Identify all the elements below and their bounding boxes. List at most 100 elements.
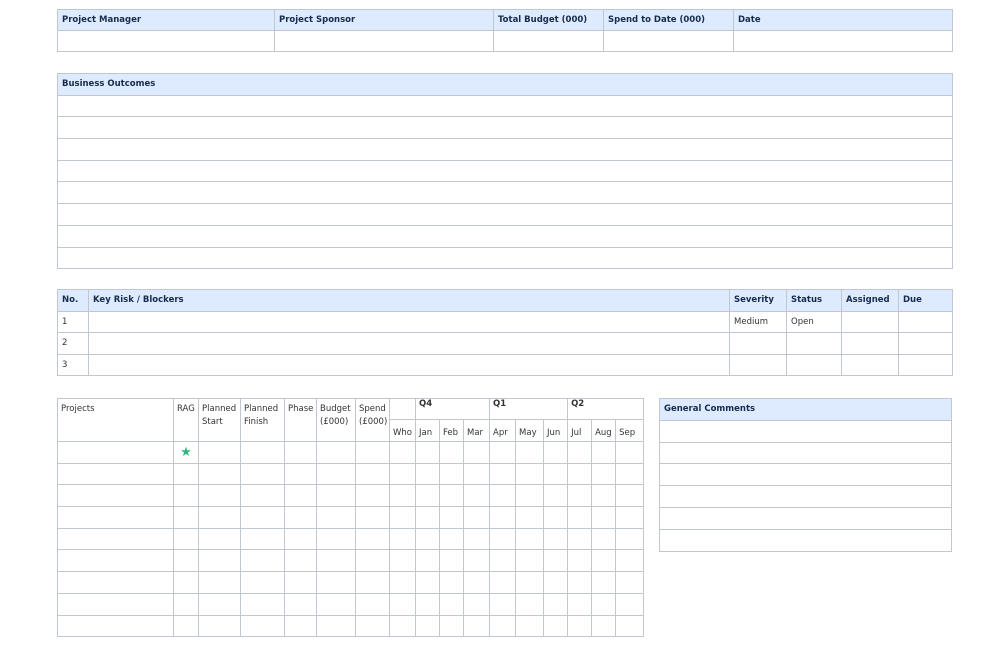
rag-cell[interactable]: [173, 506, 199, 529]
project-sponsor-cell[interactable]: [274, 30, 494, 52]
project-cell[interactable]: [615, 462, 645, 486]
project-cell[interactable]: [240, 506, 285, 529]
risk-description-cell[interactable]: [88, 310, 730, 333]
project-cell[interactable]: [389, 484, 416, 508]
project-cell[interactable]: [591, 571, 617, 594]
project-cell[interactable]: [543, 484, 569, 508]
project-cell[interactable]: [489, 549, 517, 573]
risk-assigned-cell[interactable]: [841, 310, 899, 333]
project-cell[interactable]: [198, 506, 241, 529]
project-cell[interactable]: [389, 462, 416, 486]
project-cell[interactable]: [415, 484, 440, 508]
project-name-cell[interactable]: [57, 506, 174, 529]
project-cell[interactable]: [284, 506, 317, 529]
project-cell[interactable]: [462, 571, 491, 594]
outcome-cell[interactable]: [57, 181, 953, 205]
project-cell[interactable]: [415, 462, 440, 486]
project-cell[interactable]: [591, 592, 617, 616]
project-cell[interactable]: [515, 462, 545, 486]
project-name-cell[interactable]: [57, 462, 174, 486]
project-cell[interactable]: [615, 571, 645, 594]
risk-assigned-cell[interactable]: [841, 353, 899, 376]
project-cell[interactable]: [515, 571, 545, 594]
project-cell[interactable]: [389, 592, 416, 616]
risk-status-cell[interactable]: [786, 353, 842, 376]
project-cell[interactable]: [389, 614, 416, 638]
project-cell[interactable]: [462, 549, 491, 573]
project-cell[interactable]: [198, 484, 241, 508]
project-cell[interactable]: [389, 549, 416, 573]
risk-description-cell[interactable]: [88, 332, 730, 355]
project-cell[interactable]: [489, 506, 517, 529]
project-cell[interactable]: [439, 506, 464, 529]
project-cell[interactable]: [515, 614, 545, 638]
project-cell[interactable]: [198, 462, 241, 486]
project-cell[interactable]: [489, 441, 517, 464]
project-cell[interactable]: [355, 614, 390, 638]
project-name-cell[interactable]: [57, 571, 174, 594]
project-cell[interactable]: [316, 484, 356, 508]
project-cell[interactable]: [198, 592, 241, 616]
risk-description-cell[interactable]: [88, 353, 730, 376]
project-cell[interactable]: [439, 462, 464, 486]
rag-cell[interactable]: ★: [173, 441, 199, 464]
project-cell[interactable]: [240, 614, 285, 638]
project-cell[interactable]: [198, 571, 241, 594]
project-cell[interactable]: [567, 549, 593, 573]
project-cell[interactable]: [316, 462, 356, 486]
project-cell[interactable]: [415, 549, 440, 573]
rag-cell[interactable]: [173, 614, 199, 638]
project-cell[interactable]: [462, 506, 491, 529]
project-cell[interactable]: [284, 571, 317, 594]
project-cell[interactable]: [489, 527, 517, 551]
project-cell[interactable]: [439, 484, 464, 508]
risk-severity-cell[interactable]: [729, 353, 787, 376]
project-cell[interactable]: [415, 527, 440, 551]
project-cell[interactable]: [316, 506, 356, 529]
risk-status-cell[interactable]: [786, 332, 842, 355]
rag-cell[interactable]: [173, 549, 199, 573]
project-cell[interactable]: [316, 549, 356, 573]
risk-due-cell[interactable]: [898, 310, 953, 333]
project-cell[interactable]: [355, 549, 390, 573]
project-cell[interactable]: [515, 441, 545, 464]
project-cell[interactable]: [615, 592, 645, 616]
project-cell[interactable]: [284, 549, 317, 573]
project-cell[interactable]: [591, 614, 617, 638]
project-cell[interactable]: [439, 549, 464, 573]
project-cell[interactable]: [462, 614, 491, 638]
project-cell[interactable]: [355, 484, 390, 508]
project-name-cell[interactable]: [57, 527, 174, 551]
project-cell[interactable]: [489, 592, 517, 616]
project-cell[interactable]: [355, 462, 390, 486]
project-cell[interactable]: [389, 441, 416, 464]
project-cell[interactable]: [284, 527, 317, 551]
project-name-cell[interactable]: [57, 592, 174, 616]
project-cell[interactable]: [240, 571, 285, 594]
rag-cell[interactable]: [173, 462, 199, 486]
outcome-cell[interactable]: [57, 224, 953, 248]
risk-assigned-cell[interactable]: [841, 332, 899, 355]
project-cell[interactable]: [591, 527, 617, 551]
project-cell[interactable]: [462, 441, 491, 464]
project-cell[interactable]: [355, 441, 390, 464]
project-cell[interactable]: [198, 527, 241, 551]
project-cell[interactable]: [439, 614, 464, 638]
project-cell[interactable]: [284, 592, 317, 616]
rag-cell[interactable]: [173, 571, 199, 594]
project-cell[interactable]: [240, 484, 285, 508]
risk-due-cell[interactable]: [898, 332, 953, 355]
project-cell[interactable]: [591, 484, 617, 508]
comment-cell[interactable]: [659, 441, 952, 465]
project-cell[interactable]: [439, 571, 464, 594]
project-cell[interactable]: [515, 592, 545, 616]
project-cell[interactable]: [284, 614, 317, 638]
project-cell[interactable]: [489, 462, 517, 486]
project-cell[interactable]: [567, 484, 593, 508]
project-cell[interactable]: [198, 441, 241, 464]
project-cell[interactable]: [439, 592, 464, 616]
project-cell[interactable]: [543, 527, 569, 551]
project-cell[interactable]: [415, 506, 440, 529]
outcome-cell[interactable]: [57, 159, 953, 183]
project-cell[interactable]: [415, 571, 440, 594]
